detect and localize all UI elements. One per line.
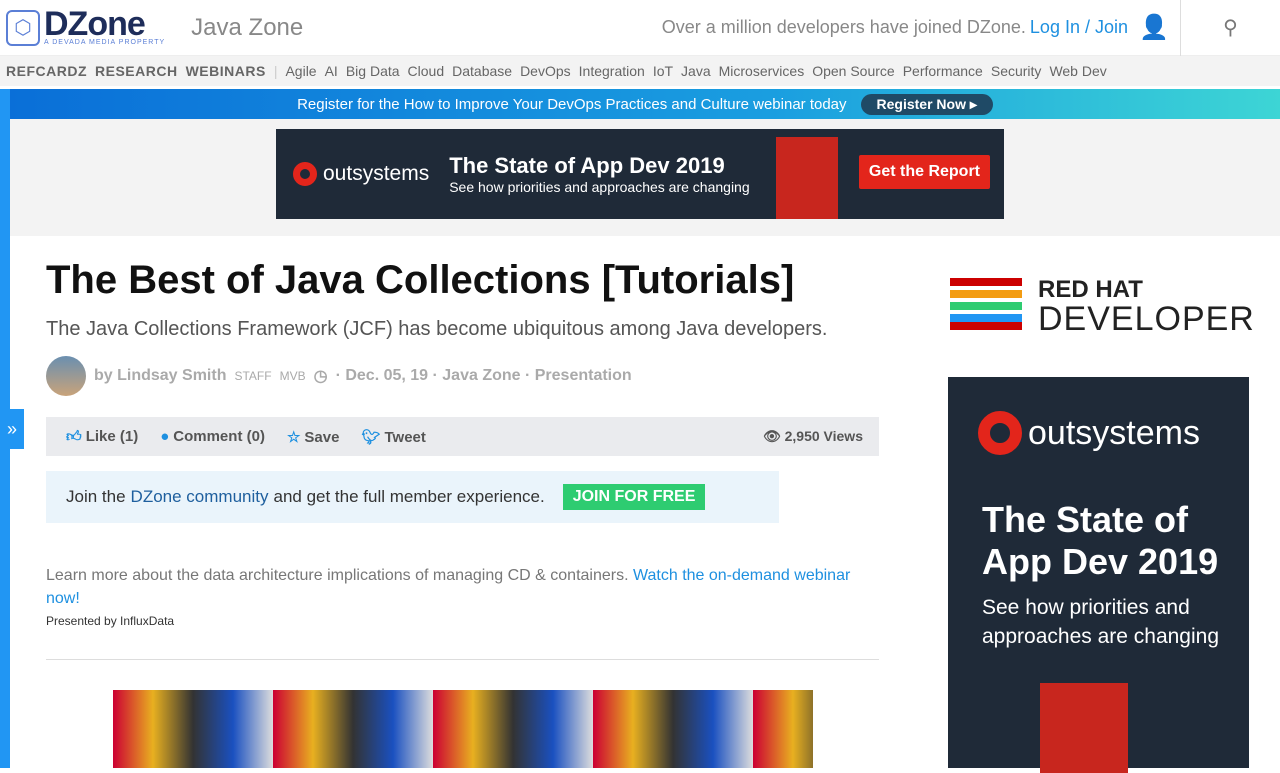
nav-webinars[interactable]: WEBINARS (186, 63, 266, 79)
twitter-icon: 🐦︎ (361, 428, 381, 446)
nav-topic[interactable]: Open Source (812, 63, 895, 79)
ad-title: The State of App Dev 2019 (982, 499, 1219, 582)
report-book-image (776, 137, 838, 219)
top-ad[interactable]: outsystems The State of App Dev 2019 See … (276, 129, 1004, 219)
join-post: and get the full member experience. (273, 487, 545, 506)
join-free-button[interactable]: JOIN FOR FREE (562, 484, 706, 510)
star-icon: ☆ (286, 428, 301, 446)
article-title: The Best of Java Collections [Tutorials] (46, 258, 795, 302)
nav-topic[interactable]: IoT (653, 63, 673, 79)
redhat-logo-icon (950, 278, 1022, 332)
nav-topic[interactable]: Cloud (408, 63, 445, 79)
tagline: Over a million developers have joined DZ… (662, 17, 1128, 38)
article-subtitle: The Java Collections Framework (JCF) has… (46, 318, 828, 340)
dzone-community-link[interactable]: DZone community (131, 487, 269, 507)
comment-icon: ● (160, 428, 170, 445)
login-link[interactable]: Log In / Join (1030, 17, 1128, 37)
nav-topic[interactable]: Database (452, 63, 512, 79)
nav-bar: REFCARDZ RESEARCH WEBINARS | Agile AI Bi… (0, 56, 1280, 86)
author-link[interactable]: by Lindsay Smith (94, 367, 226, 385)
hex-logo-icon: ⬡ (6, 9, 40, 46)
article-hero-image (113, 690, 813, 768)
zone-title[interactable]: Java Zone (191, 14, 303, 42)
ad-brand: outsystems (1028, 413, 1200, 452)
save-button[interactable]: ☆ Save (287, 428, 340, 446)
register-now-button[interactable]: Register Now ▸ (860, 93, 993, 115)
get-report-button[interactable]: Get the Report (858, 155, 990, 189)
nav-refcardz[interactable]: REFCARDZ (6, 63, 87, 79)
nav-topic[interactable]: Microservices (719, 63, 805, 79)
header: ⬡ DZone A DEVADA MEDIA PROPERTY Java Zone… (0, 0, 1280, 56)
tagline-text: Over a million developers have joined DZ… (661, 17, 1026, 37)
nav-topic[interactable]: Big Data (346, 63, 400, 79)
staff-badge: STAFF (234, 369, 272, 383)
nav-topic[interactable]: Performance (903, 63, 983, 79)
ad-brand: outsystems (323, 162, 430, 185)
views-label: 2,950 Views (784, 428, 863, 444)
ad-title: The State of App Dev 2019 (449, 153, 725, 178)
join-pre: Join the (66, 487, 126, 506)
tweet-button[interactable]: 🐦︎ Tweet (361, 428, 425, 446)
expand-sidebar-icon[interactable]: » (0, 409, 24, 449)
sidebar-ad[interactable]: outsystems The State of App Dev 2019 See… (948, 377, 1249, 773)
dzone-logo[interactable]: ⬡ DZone A DEVADA MEDIA PROPERTY (6, 5, 166, 46)
avatar[interactable] (46, 356, 86, 396)
thumbs-up-icon: 👍︎ (66, 427, 82, 445)
action-bar: 👍︎ Like (1) ● Comment (0) ☆ Save 🐦︎ Tweet 👁︎… (46, 417, 879, 456)
promo-body: Learn more about the data architecture i… (46, 567, 629, 584)
presented-by: Presented by InfluxData (46, 614, 175, 628)
like-button[interactable]: 👍︎ Like (1) (66, 428, 138, 446)
divider: | (273, 63, 278, 79)
clock-icon: ◷ (313, 368, 328, 385)
save-label: Save (304, 428, 340, 446)
nav-topic[interactable]: Security (991, 63, 1042, 79)
comment-button[interactable]: ● Comment (0) (160, 428, 265, 445)
divider (46, 659, 879, 660)
outsystems-logo-icon (293, 162, 317, 186)
article-meta: by Lindsay Smith STAFF MVB ◷ · Dec. 05, … (46, 356, 632, 396)
nav-research[interactable]: RESEARCH (95, 63, 178, 79)
user-icon[interactable]: 👤 (1134, 13, 1174, 42)
promo-text: Learn more about the data architecture i… (46, 564, 866, 610)
article-date-zone: · Dec. 05, 19 · Java Zone · Presentation (335, 367, 632, 384)
webinar-banner[interactable]: Register for the How to Improve Your Dev… (10, 89, 1280, 119)
join-callout: Join the DZone community and get the ful… (46, 471, 779, 523)
views-count: 👁︎ 2,950 Views (763, 428, 863, 445)
nav-topic[interactable]: Integration (579, 63, 645, 79)
outsystems-logo-icon (978, 411, 1022, 455)
rh-line2: DEVELOPER (1038, 300, 1255, 338)
tweet-label: Tweet (384, 428, 426, 446)
nav-topic[interactable]: Web Dev (1049, 63, 1106, 79)
nav-topic[interactable]: AI (325, 63, 338, 79)
brand: DZone (44, 5, 146, 43)
mvb-badge: MVB (279, 369, 306, 383)
eye-icon: 👁︎ (762, 428, 785, 444)
like-label: Like (1) (85, 427, 139, 445)
banner-text: Register for the How to Improve Your Dev… (297, 95, 847, 113)
nav-topic[interactable]: DevOps (520, 63, 571, 79)
ad-subtitle: See how priorities and approaches are ch… (982, 596, 1220, 648)
redhat-developer-logo[interactable]: RED HAT DEVELOPER (950, 276, 1255, 338)
nav-topic[interactable]: Java (681, 63, 711, 79)
search-icon[interactable]: ⚲ (1180, 0, 1280, 56)
brand-sub: A DEVADA MEDIA PROPERTY (44, 39, 166, 46)
nav-topic[interactable]: Agile (285, 63, 316, 79)
report-book-image (1040, 683, 1128, 773)
ad-subtitle: See how priorities and approaches are ch… (449, 179, 750, 195)
comment-label: Comment (0) (173, 428, 265, 445)
